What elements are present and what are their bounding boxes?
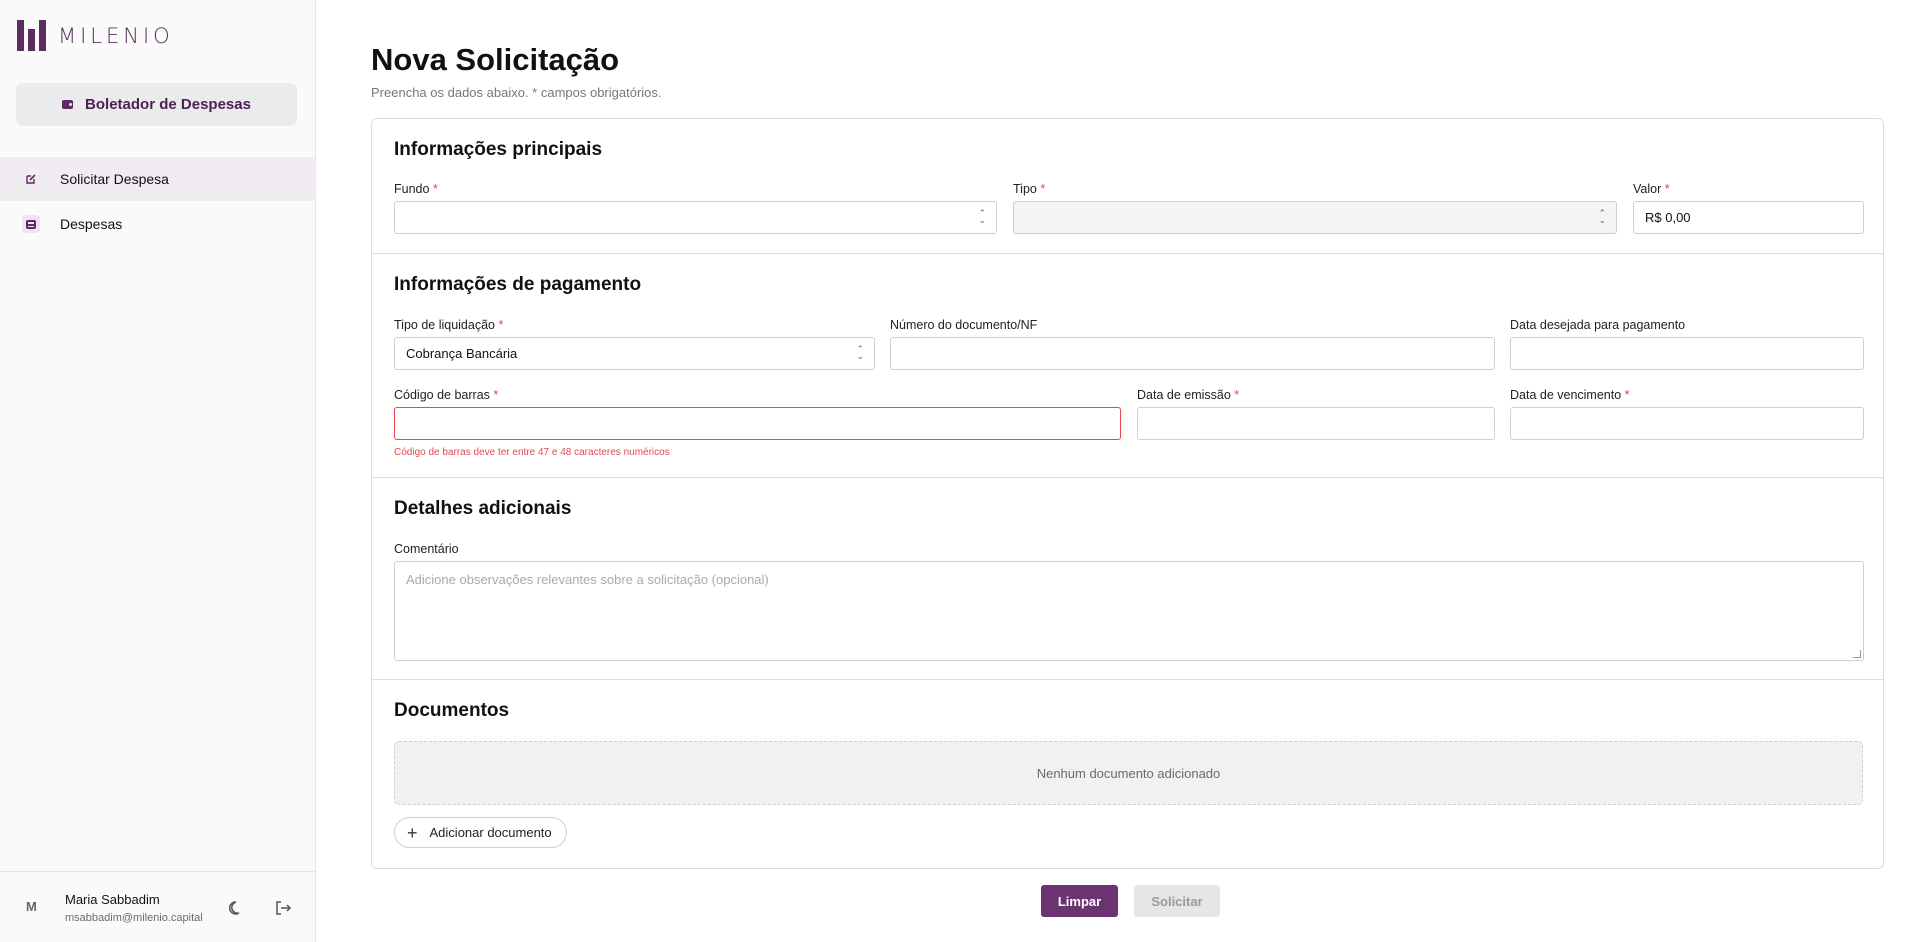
fundo-label: Fundo * xyxy=(394,182,438,196)
user-name: Maria Sabbadim xyxy=(65,892,160,907)
sidebar-item-solicitar-despesa[interactable]: Solicitar Despesa xyxy=(0,157,315,201)
select-chevron-icon: ⌃ ⌄ xyxy=(978,208,986,225)
logout-icon[interactable] xyxy=(273,898,293,918)
clear-button[interactable]: Limpar xyxy=(1041,885,1118,917)
data-emissao-label: Data de emissão * xyxy=(1137,388,1240,402)
valor-label: Valor * xyxy=(1633,182,1670,196)
section-divider xyxy=(372,679,1883,680)
data-desejada-label: Data desejada para pagamento xyxy=(1510,318,1686,332)
avatar: M xyxy=(26,899,37,914)
tipo-label: Tipo * xyxy=(1013,182,1046,196)
data-vencimento-label: Data de vencimento * xyxy=(1510,388,1630,402)
resize-handle-icon[interactable] xyxy=(1853,650,1861,658)
section-title-details: Detalhes adicionais xyxy=(394,498,572,519)
page-title: Nova Solicitação xyxy=(371,42,620,77)
documents-dropzone[interactable]: Nenhum documento adicionado xyxy=(394,741,1863,805)
sidebar: MILENIO Boletador de Despesas Solicitar … xyxy=(0,0,316,942)
select-chevron-icon: ⌃ ⌄ xyxy=(856,344,864,361)
comentario-textarea[interactable]: Adicione observações relevantes sobre a … xyxy=(394,561,1864,661)
user-email: msabbadim@milenio.capital xyxy=(65,912,203,924)
section-title-documents: Documentos xyxy=(394,700,510,721)
data-emissao-input[interactable] xyxy=(1137,407,1495,440)
section-divider xyxy=(372,477,1883,478)
codigo-barras-input[interactable] xyxy=(394,407,1121,440)
moon-icon[interactable] xyxy=(226,898,246,918)
app-switcher[interactable]: Boletador de Despesas xyxy=(16,83,297,126)
add-document-button[interactable]: + Adicionar documento xyxy=(394,817,567,848)
tipo-liquidacao-label: Tipo de liquidação * xyxy=(394,318,504,332)
logo-mark-icon xyxy=(17,20,46,51)
section-divider xyxy=(372,253,1883,254)
app-name: Boletador de Despesas xyxy=(85,96,251,113)
edit-icon xyxy=(22,170,40,188)
request-form: Informações principais Fundo * ⌃ ⌄ Tipo *… xyxy=(371,118,1884,869)
sidebar-item-label: Despesas xyxy=(60,216,123,232)
inbox-icon xyxy=(22,215,40,233)
section-title-main-info: Informações principais xyxy=(394,139,603,160)
documents-empty-text: Nenhum documento adicionado xyxy=(1036,765,1221,781)
tipo-select[interactable]: ⌃ ⌄ xyxy=(1013,201,1617,234)
user-footer: M Maria Sabbadim msabbadim@milenio.capit… xyxy=(0,871,315,942)
wallet-icon xyxy=(62,100,74,109)
tipo-liquidacao-select[interactable]: Cobrança Bancária ⌃ ⌄ xyxy=(394,337,875,370)
codigo-barras-label: Código de barras * xyxy=(394,388,499,402)
valor-input[interactable]: R$ 0,00 xyxy=(1633,201,1864,234)
logo-text: MILENIO xyxy=(58,23,174,48)
logo: MILENIO xyxy=(17,20,174,51)
data-vencimento-input[interactable] xyxy=(1510,407,1864,440)
codigo-barras-error: Código de barras deve ter entre 47 e 48 … xyxy=(394,447,670,458)
add-document-label: Adicionar documento xyxy=(429,825,552,840)
sidebar-item-label: Solicitar Despesa xyxy=(60,171,169,187)
submit-button[interactable]: Solicitar xyxy=(1134,885,1220,917)
sidebar-item-despesas[interactable]: Despesas xyxy=(0,202,315,246)
section-title-payment-info: Informações de pagamento xyxy=(394,274,642,295)
data-desejada-input[interactable] xyxy=(1510,337,1864,370)
plus-icon: + xyxy=(407,822,418,843)
page-subtitle: Preencha os dados abaixo. * campos obrig… xyxy=(371,85,662,100)
comentario-label: Comentário xyxy=(394,542,459,556)
select-chevron-icon: ⌃ ⌄ xyxy=(1598,208,1606,225)
numero-documento-input[interactable] xyxy=(890,337,1495,370)
fundo-select[interactable]: ⌃ ⌄ xyxy=(394,201,997,234)
numero-documento-label: Número do documento/NF xyxy=(890,318,1038,332)
comentario-placeholder: Adicione observações relevantes sobre a … xyxy=(406,572,769,587)
